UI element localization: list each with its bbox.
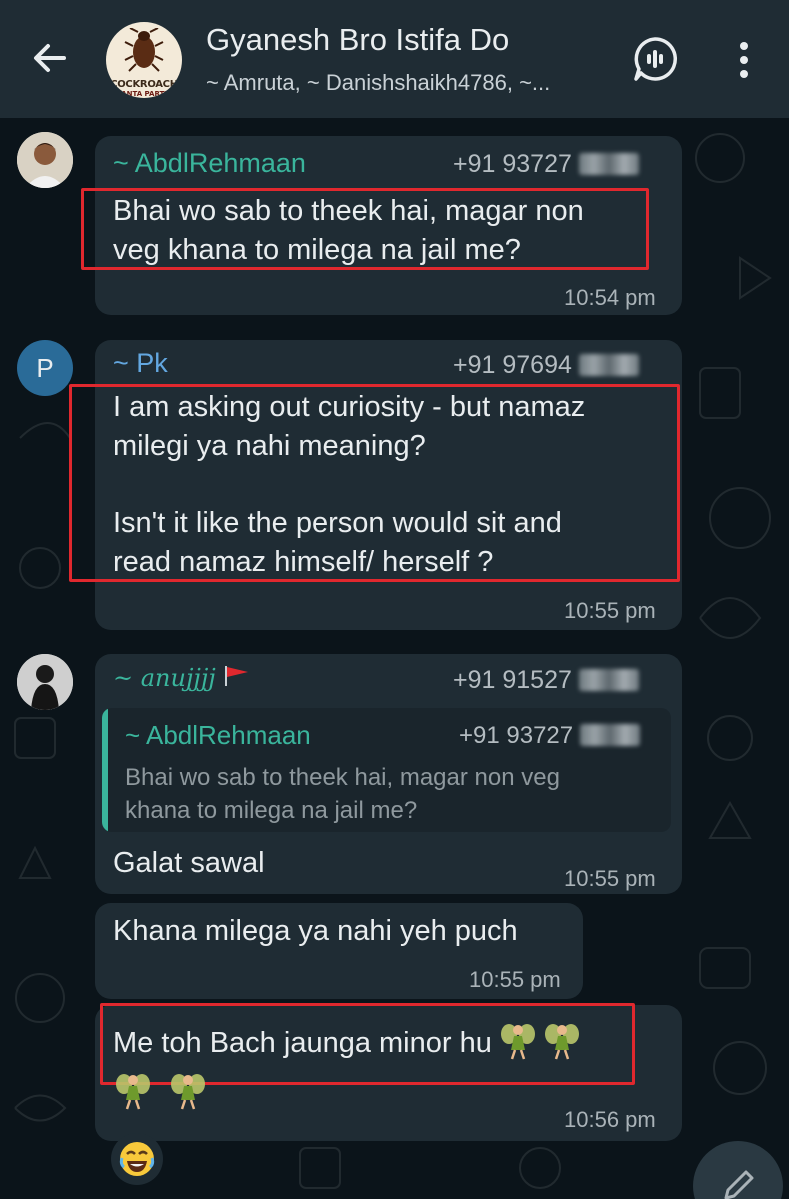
fairy-emoji-row — [115, 1068, 206, 1118]
message-text: read namaz himself/ herself ? — [113, 546, 494, 578]
quoted-text: khana to milega na jail me? — [125, 797, 418, 824]
group-title[interactable]: Gyanesh Bro Istifa Do — [206, 22, 509, 58]
chat-area[interactable]: ~ AbdlRehmaan +91 93727 Bhai wo sab to t… — [0, 118, 789, 1199]
quoted-sender-name: ~ AbdlRehmaan — [125, 720, 311, 750]
message-text: Isn't it like the person would sit and — [113, 507, 562, 539]
quoted-sender-phone: +91 93727 — [459, 722, 640, 750]
message-time: 10:54 pm — [564, 285, 656, 310]
message-text: Galat sawal — [113, 847, 265, 879]
avatar-abdlrehmaan[interactable] — [17, 132, 73, 188]
sender-phone: +91 91527 — [453, 666, 639, 695]
more-options-icon[interactable] — [724, 38, 764, 82]
sender-name[interactable]: ~ anujjjj — [113, 664, 251, 692]
laughing-emoji-icon — [119, 1142, 155, 1176]
message-time: 10:55 pm — [564, 866, 656, 891]
sender-phone: +91 97694 — [453, 351, 639, 380]
group-members[interactable]: ~ Amruta, ~ Danishshaikh4786, ~... — [206, 70, 550, 96]
cockroach-icon — [124, 28, 164, 72]
quote-accent-bar — [102, 708, 108, 832]
avatar-anujjjj[interactable] — [17, 654, 73, 710]
pencil-icon — [724, 1170, 754, 1199]
red-flag-icon — [225, 666, 249, 686]
reaction-badge[interactable] — [111, 1133, 163, 1185]
voice-chat-icon[interactable] — [632, 36, 678, 82]
group-avatar-text: COCKROACH — [110, 79, 178, 90]
fairy-icon — [171, 1074, 206, 1110]
avatar-letter: P — [36, 352, 54, 383]
message-text: I am asking out curiosity - but namaz — [113, 391, 586, 423]
message-text: Bhai wo sab to theek hai, magar non — [113, 195, 584, 227]
message-text: milegi ya nahi meaning? — [113, 430, 426, 462]
fairy-icon — [500, 1024, 535, 1060]
group-avatar[interactable]: COCKROACH JANTA PARTY — [106, 22, 182, 98]
message-text: Khana milega ya nahi yeh puch — [113, 915, 518, 947]
sender-name[interactable]: ~ AbdlRehmaan — [113, 148, 306, 179]
quoted-text: Bhai wo sab to theek hai, magar non veg — [125, 764, 560, 791]
sender-phone: +91 93727 — [453, 150, 639, 179]
back-arrow-icon[interactable] — [30, 38, 70, 78]
message-text: veg khana to milega na jail me? — [113, 234, 521, 266]
message-time: 10:56 pm — [564, 1107, 656, 1132]
avatar-pk[interactable]: P — [17, 340, 73, 396]
message-time: 10:55 pm — [564, 598, 656, 623]
message-time: 10:55 pm — [469, 967, 561, 992]
fairy-icon — [116, 1074, 150, 1110]
sender-name[interactable]: ~ Pk — [113, 348, 168, 379]
group-avatar-subtext: JANTA PARTY — [118, 90, 170, 98]
fairy-icon — [544, 1024, 579, 1060]
chat-header: COCKROACH JANTA PARTY Gyanesh Bro Istifa… — [0, 0, 789, 118]
message-text: Me toh Bach jaunga minor hu — [113, 1022, 580, 1063]
